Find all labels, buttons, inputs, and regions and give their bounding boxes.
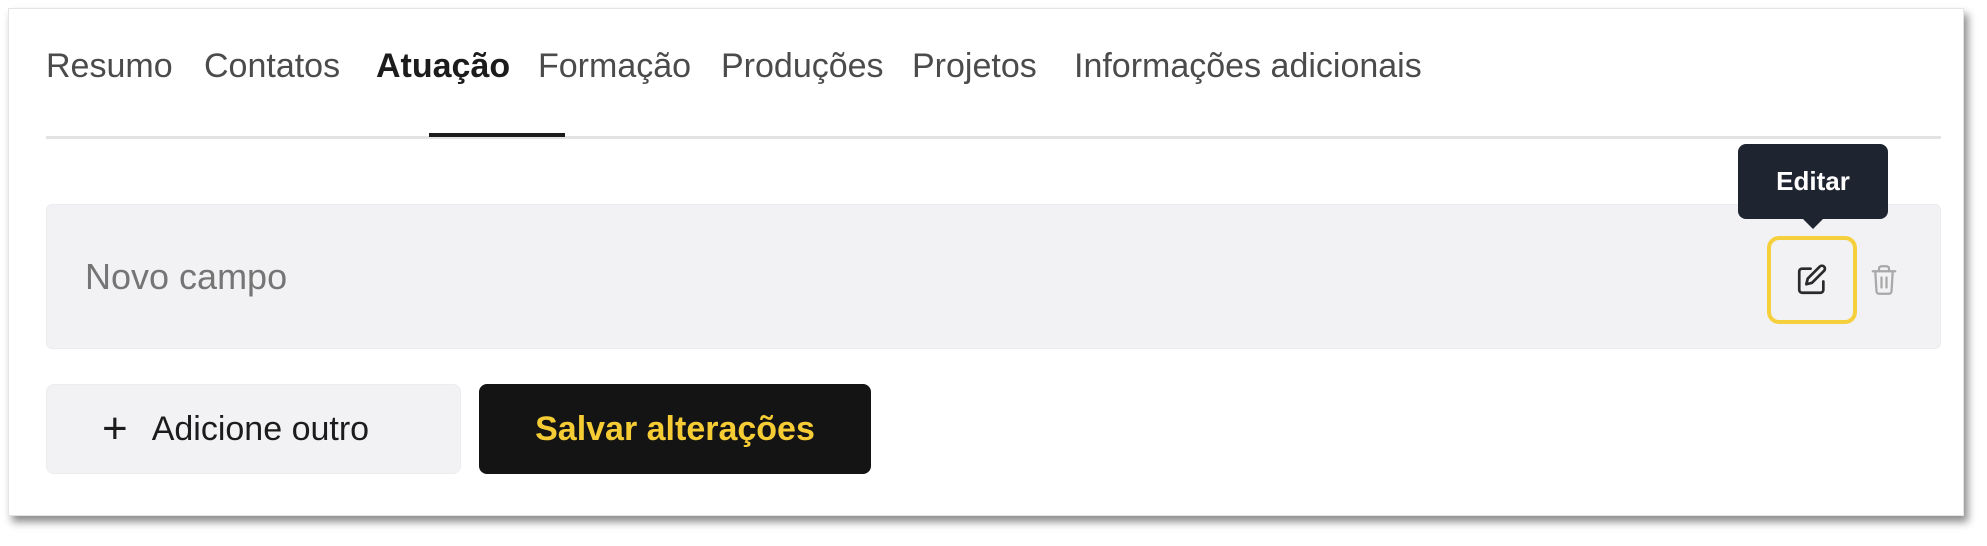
trash-icon [1871,265,1897,295]
edit-button[interactable] [1767,236,1857,324]
tab-informacoes-adicionais[interactable]: Informações adicionais [1074,47,1422,99]
delete-button[interactable] [1864,257,1904,303]
tab-projetos[interactable]: Projetos [912,47,1037,99]
tab-resumo[interactable]: Resumo [46,47,173,99]
tooltip-arrow [1802,218,1824,229]
tab-atuacao[interactable]: Atuação [376,47,510,99]
new-field-row [46,204,1941,349]
plus-icon: + [102,404,128,453]
pencil-square-icon [1797,264,1827,295]
add-another-label: Adicione outro [151,409,370,448]
tab-producoes[interactable]: Produções [721,47,884,99]
active-tab-indicator [429,133,565,137]
add-another-button[interactable]: + Adicione outro [46,384,461,474]
edit-tooltip: Editar [1738,144,1888,219]
edit-tooltip-text: Editar [1776,166,1850,196]
tab-formacao[interactable]: Formação [538,47,691,99]
tab-bar: Resumo Contatos Atuação Formação Produçõ… [46,9,1941,139]
new-field-input[interactable] [85,249,1385,305]
tab-contatos[interactable]: Contatos [204,47,340,99]
save-changes-button[interactable]: Salvar alterações [479,384,871,474]
profile-editor-panel: Resumo Contatos Atuação Formação Produçõ… [8,8,1964,516]
save-changes-label: Salvar alterações [535,409,815,448]
